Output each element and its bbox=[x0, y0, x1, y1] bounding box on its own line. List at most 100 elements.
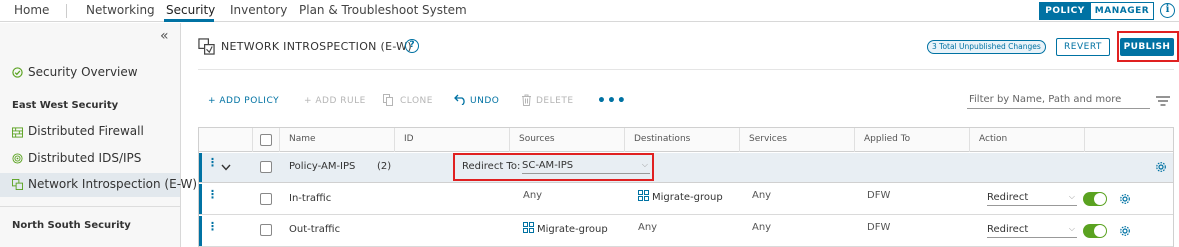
column-divider bbox=[1084, 128, 1085, 152]
column-header-sources[interactable]: Sources bbox=[519, 134, 555, 144]
nav-plan-troubleshoot[interactable]: Plan & Troubleshoot bbox=[299, 3, 418, 17]
column-divider bbox=[739, 128, 740, 152]
nav-active-indicator bbox=[164, 19, 214, 22]
redirect-to-value: SC-AM-IPS bbox=[522, 160, 574, 171]
rule-applied-to[interactable]: DFW bbox=[867, 222, 890, 233]
nav-inventory[interactable]: Inventory bbox=[230, 3, 287, 17]
rule-destinations-value: Migrate-group bbox=[652, 192, 723, 203]
rule-action-select[interactable]: Redirect ⌵ bbox=[987, 224, 1077, 238]
policy-name[interactable]: Policy-AM-IPS bbox=[289, 161, 355, 172]
undo-icon bbox=[454, 94, 465, 105]
rule-name[interactable]: In-traffic bbox=[289, 193, 331, 204]
firewall-icon bbox=[12, 127, 23, 138]
column-divider bbox=[509, 128, 510, 152]
rule-services[interactable]: Any bbox=[752, 190, 771, 201]
sidebar-item-distributed-firewall[interactable]: Distributed Firewall bbox=[28, 124, 144, 138]
rule-checkbox[interactable] bbox=[260, 224, 272, 236]
rule-checkbox[interactable] bbox=[260, 193, 272, 205]
table-header: Name ID Sources Destinations Services Ap… bbox=[199, 128, 1173, 152]
filter-input[interactable]: Filter by Name, Path and more bbox=[967, 93, 1150, 109]
row-accent bbox=[199, 184, 202, 214]
network-introspection-title-icon bbox=[198, 38, 215, 55]
rule-applied-to[interactable]: DFW bbox=[867, 190, 890, 201]
delete-icon bbox=[522, 94, 531, 106]
sidebar-heading-east-west: East West Security bbox=[12, 100, 119, 111]
rule-services[interactable]: Any bbox=[752, 222, 771, 233]
row-accent bbox=[199, 216, 202, 246]
gear-icon[interactable] bbox=[1155, 161, 1167, 173]
column-divider bbox=[969, 128, 970, 152]
delete-button[interactable]: DELETE bbox=[536, 96, 574, 106]
unpublished-changes-badge[interactable]: 3 Total Unpublished Changes bbox=[927, 40, 1046, 54]
rule-row[interactable]: ⋮ Out-traffic Migrate-group Any Any DFW … bbox=[199, 216, 1173, 247]
rule-action-value: Redirect bbox=[987, 224, 1029, 235]
filter-menu-icon[interactable] bbox=[1156, 96, 1170, 106]
policy-row[interactable]: ⋮ Policy-AM-IPS (2) Redirect To: SC-AM-I… bbox=[199, 153, 1173, 183]
manager-toggle[interactable]: MANAGER bbox=[1090, 2, 1154, 20]
column-header-name[interactable]: Name bbox=[289, 134, 316, 144]
redirect-to-label: Redirect To: bbox=[462, 161, 521, 172]
nav-networking[interactable]: Networking bbox=[86, 3, 155, 17]
clone-button[interactable]: CLONE bbox=[400, 96, 433, 106]
undo-button[interactable]: UNDO bbox=[470, 96, 499, 106]
more-actions-icon[interactable]: ••• bbox=[597, 93, 627, 109]
drag-handle-icon[interactable]: ⋮ bbox=[207, 221, 218, 232]
sidebar: « Security Overview East West Security D… bbox=[0, 23, 197, 247]
add-policy-button[interactable]: + ADD POLICY bbox=[208, 96, 279, 106]
drag-handle-icon[interactable]: ⋮ bbox=[207, 189, 218, 200]
chevron-down-icon: ⌵ bbox=[1068, 192, 1075, 201]
gear-icon[interactable] bbox=[1119, 225, 1131, 237]
rule-sources[interactable]: Migrate-group bbox=[523, 222, 608, 235]
chevron-down-icon: ⌵ bbox=[1068, 224, 1075, 233]
nav-divider bbox=[66, 4, 67, 18]
nav-system[interactable]: System bbox=[422, 3, 467, 17]
rule-name[interactable]: Out-traffic bbox=[289, 224, 340, 235]
drag-handle-icon[interactable]: ⋮ bbox=[207, 157, 218, 168]
rule-sources[interactable]: Any bbox=[523, 190, 542, 201]
rule-destinations[interactable]: Any bbox=[638, 222, 657, 233]
sidebar-heading-north-south: North South Security bbox=[12, 220, 131, 231]
column-divider bbox=[252, 128, 253, 152]
rule-enabled-toggle[interactable] bbox=[1083, 224, 1107, 238]
clone-icon bbox=[383, 94, 393, 106]
publish-button[interactable]: PUBLISH bbox=[1120, 38, 1174, 56]
column-header-destinations[interactable]: Destinations bbox=[634, 134, 690, 144]
nav-home[interactable]: Home bbox=[14, 3, 49, 17]
ids-ips-icon bbox=[12, 153, 23, 164]
rules-table: Name ID Sources Destinations Services Ap… bbox=[198, 127, 1174, 247]
rule-enabled-toggle[interactable] bbox=[1083, 192, 1107, 206]
column-divider bbox=[624, 128, 625, 152]
nav-security[interactable]: Security bbox=[166, 3, 215, 17]
rule-action-value: Redirect bbox=[987, 192, 1029, 203]
collapse-sidebar-icon[interactable]: « bbox=[160, 28, 169, 44]
rule-destinations[interactable]: Migrate-group bbox=[638, 190, 723, 203]
sidebar-item-security-overview[interactable]: Security Overview bbox=[28, 65, 138, 79]
security-overview-icon bbox=[12, 67, 23, 78]
header-divider bbox=[198, 69, 1174, 70]
sidebar-item-distributed-ids-ips[interactable]: Distributed IDS/IPS bbox=[28, 151, 141, 165]
group-icon bbox=[523, 222, 534, 233]
policy-checkbox[interactable] bbox=[260, 161, 272, 173]
info-icon[interactable]: i bbox=[1160, 3, 1175, 18]
policy-toggle[interactable]: POLICY bbox=[1039, 2, 1091, 20]
gear-icon[interactable] bbox=[1119, 193, 1131, 205]
column-divider bbox=[279, 128, 280, 152]
column-divider bbox=[394, 128, 395, 152]
select-all-checkbox[interactable] bbox=[260, 134, 272, 146]
rule-row[interactable]: ⋮ In-traffic Any Migrate-group Any DFW R… bbox=[199, 184, 1173, 215]
column-divider bbox=[854, 128, 855, 152]
add-rule-button[interactable]: + ADD RULE bbox=[304, 96, 366, 106]
row-accent bbox=[199, 153, 202, 182]
column-header-id[interactable]: ID bbox=[404, 134, 414, 144]
help-icon[interactable]: ? bbox=[405, 39, 419, 53]
column-header-applied-to[interactable]: Applied To bbox=[864, 134, 910, 144]
sidebar-divider bbox=[0, 206, 180, 207]
column-header-services[interactable]: Services bbox=[749, 134, 787, 144]
rule-action-select[interactable]: Redirect ⌵ bbox=[987, 192, 1077, 206]
revert-button[interactable]: REVERT bbox=[1056, 38, 1110, 56]
redirect-to-select[interactable]: SC-AM-IPS ⌵ bbox=[522, 160, 650, 174]
rule-sources-value: Migrate-group bbox=[537, 224, 608, 235]
chevron-down-icon[interactable] bbox=[221, 164, 231, 171]
column-header-action[interactable]: Action bbox=[979, 134, 1007, 144]
sidebar-item-network-introspection[interactable]: Network Introspection (E-W) bbox=[28, 177, 197, 191]
